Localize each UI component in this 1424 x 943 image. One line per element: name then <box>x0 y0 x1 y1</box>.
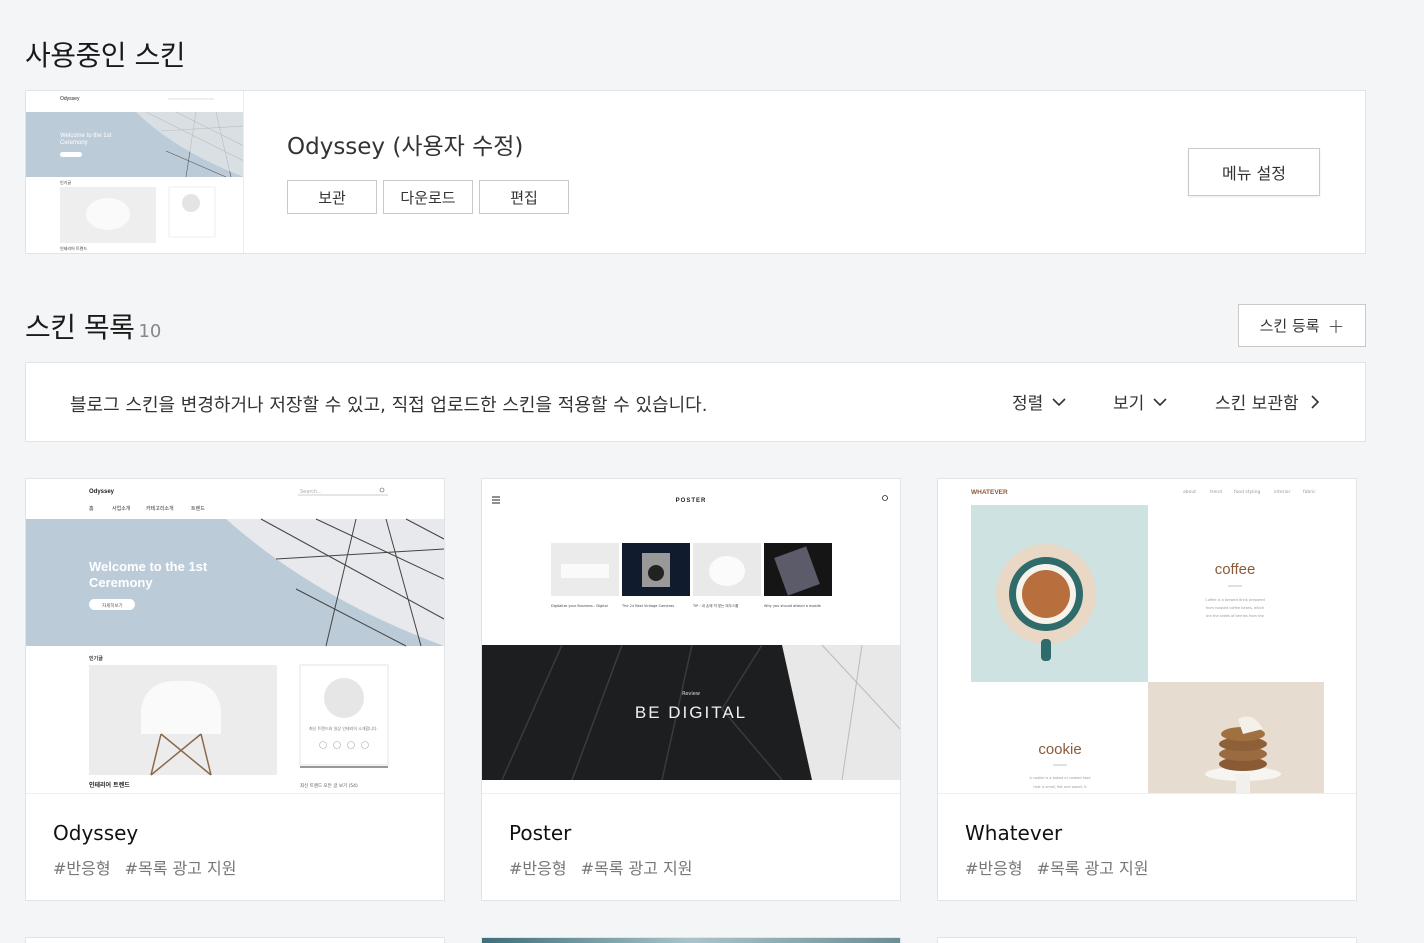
register-skin-label: 스킨 등록 <box>1259 317 1320 335</box>
odyssey-caption: 인테리어 트렌드 <box>89 781 130 789</box>
current-skin-card: Odyssey Welcome to the 1st Ceremony 인기글 … <box>25 90 1366 254</box>
odyssey-side-caption: 최신 트렌드 모든 글 보기 (54) <box>300 782 358 789</box>
svg-text:TIP : 내 손에 딱 맞는 마우스를: TIP : 내 손에 딱 맞는 마우스를 <box>692 603 739 608</box>
whatever-preview-image: WHATEVER about trend food styling interi… <box>938 479 1356 793</box>
register-skin-button[interactable]: 스킨 등록 + <box>1238 304 1366 347</box>
odyssey-hero-title: Welcome to the 1st <box>89 559 208 574</box>
skin-preview-poster[interactable]: POSTER Digitalize your Business - Digita… <box>482 479 900 794</box>
svg-text:Ceremony: Ceremony <box>60 140 88 146</box>
skin-tag[interactable]: #목록 광고 지원 <box>1037 855 1149 879</box>
whatever-nav-0: about <box>1183 489 1196 495</box>
whatever-nav-4: fabric <box>1303 489 1316 495</box>
skin-count: 10 <box>138 321 162 342</box>
poster-preview-image: POSTER Digitalize your Business - Digita… <box>482 479 900 793</box>
current-thumb-caption: 인테리어 트렌드 <box>60 245 87 251</box>
archive-button[interactable]: 보관 <box>287 180 377 214</box>
skin-name: Poster <box>509 821 572 845</box>
odyssey-nav-3: 트렌드 <box>191 505 205 512</box>
skin-storage-link[interactable]: 스킨 보관함 <box>1215 389 1323 414</box>
skin-card-odyssey[interactable]: Odyssey Search... 홈 사업소개 카테고리소개 트렌드 Welc… <box>25 478 445 901</box>
svg-text:from roasted coffee beans, whi: from roasted coffee beans, which <box>1206 606 1264 610</box>
plus-icon: + <box>1327 313 1345 338</box>
skin-card-partial[interactable] <box>937 937 1357 943</box>
odyssey-section-label: 인기글 <box>89 655 103 662</box>
poster-banner: BE DIGITAL <box>635 703 747 722</box>
skin-card-partial[interactable] <box>481 937 901 943</box>
odyssey-nav-2: 카테고리소개 <box>146 505 174 512</box>
current-skin-heading: 사용중인 스킨 <box>25 39 185 72</box>
chevron-down-icon <box>1153 397 1167 406</box>
skin-preview-odyssey[interactable]: Odyssey Search... 홈 사업소개 카테고리소개 트렌드 Welc… <box>26 479 444 794</box>
skin-list-title: 스킨 목록 <box>25 311 135 344</box>
sort-dropdown[interactable]: 정렬 <box>1012 389 1067 414</box>
odyssey-brand: Odyssey <box>89 489 115 495</box>
skin-name: Whatever <box>965 821 1063 845</box>
skin-tags: #반응형 #목록 광고 지원 <box>965 855 1148 879</box>
skin-tags: #반응형 #목록 광고 지원 <box>509 855 692 879</box>
chevron-right-icon <box>1311 394 1319 409</box>
odyssey-preview-image: Odyssey Search... 홈 사업소개 카테고리소개 트렌드 Welc… <box>26 479 444 793</box>
odyssey-search: Search... <box>300 489 322 495</box>
current-skin-thumbnail[interactable]: Odyssey Welcome to the 1st Ceremony 인기글 … <box>26 91 244 253</box>
skin-preview-whatever[interactable]: WHATEVER about trend food styling interi… <box>938 479 1356 794</box>
skin-description: 블로그 스킨을 변경하거나 저장할 수 있고, 직접 업로드한 스킨을 적용할 … <box>70 395 708 416</box>
skin-storage-label: 스킨 보관함 <box>1215 394 1299 414</box>
svg-text:Why you should attend a mobile: Why you should attend a mobile <box>764 604 821 608</box>
svg-text:that is small, flat and sweet.: that is small, flat and sweet. It <box>1033 785 1087 789</box>
odyssey-hero-button: 자세히보기 <box>102 602 123 609</box>
current-thumb-section: 인기글 <box>60 179 71 185</box>
skin-tag[interactable]: #반응형 <box>965 855 1023 879</box>
edit-button[interactable]: 편집 <box>479 180 569 214</box>
download-button[interactable]: 다운로드 <box>383 180 473 214</box>
odyssey-nav-0: 홈 <box>89 505 94 512</box>
current-skin-preview: Odyssey Welcome to the 1st Ceremony 인기글 … <box>26 91 243 253</box>
skin-tag[interactable]: #반응형 <box>53 855 111 879</box>
view-label: 보기 <box>1113 394 1145 414</box>
whatever-nav-3: interior <box>1274 489 1290 495</box>
skin-tag[interactable]: #목록 광고 지원 <box>581 855 693 879</box>
current-skin-name: Odyssey (사용자 수정) <box>287 134 524 160</box>
skin-name: Odyssey <box>53 821 139 845</box>
svg-text:are the seeds of berries from: are the seeds of berries from the <box>1206 614 1264 618</box>
svg-text:Ceremony: Ceremony <box>89 575 153 590</box>
current-thumb-brand: Odyssey <box>60 96 80 102</box>
whatever-cookie-title: cookie <box>1038 741 1081 758</box>
view-dropdown[interactable]: 보기 <box>1113 389 1168 414</box>
skin-tag[interactable]: #반응형 <box>509 855 567 879</box>
skin-info-bar: 블로그 스킨을 변경하거나 저장할 수 있고, 직접 업로드한 스킨을 적용할 … <box>25 362 1366 442</box>
svg-text:Digitalize your Business - Dig: Digitalize your Business - Digital <box>551 604 608 608</box>
skin-list-heading: 스킨 목록 10 <box>25 306 161 346</box>
whatever-nav-1: trend <box>1210 489 1222 495</box>
menu-settings-button[interactable]: 메뉴 설정 <box>1188 148 1320 196</box>
svg-text:A cookie is a baked or cooked: A cookie is a baked or cooked food <box>1030 776 1091 780</box>
poster-banner-small: Review <box>682 691 700 697</box>
current-skin-actions: 보관 다운로드 편집 <box>287 180 569 214</box>
whatever-coffee-title: coffee <box>1215 561 1256 578</box>
svg-text:The 24 Best Vintage Cameras: The 24 Best Vintage Cameras <box>621 604 674 608</box>
chevron-down-icon <box>1052 397 1066 406</box>
svg-text:Coffee is a brewed drink prepa: Coffee is a brewed drink prepared <box>1205 598 1265 602</box>
whatever-nav-2: food styling <box>1234 489 1261 495</box>
skin-tags: #반응형 #목록 광고 지원 <box>53 855 236 879</box>
svg-text:최신 트렌드와 일상 인테리어 소개합니다.: 최신 트렌드와 일상 인테리어 소개합니다. <box>309 725 378 731</box>
current-thumb-hero: Welcome to the 1st <box>60 133 112 139</box>
odyssey-nav-1: 사업소개 <box>112 505 131 512</box>
skin-card-whatever[interactable]: WHATEVER about trend food styling interi… <box>937 478 1357 901</box>
whatever-brand: WHATEVER <box>971 489 1008 496</box>
poster-brand: POSTER <box>676 498 707 504</box>
skin-tag[interactable]: #목록 광고 지원 <box>125 855 237 879</box>
skin-card-partial[interactable] <box>25 937 445 943</box>
sort-label: 정렬 <box>1012 394 1044 414</box>
skin-card-poster[interactable]: POSTER Digitalize your Business - Digita… <box>481 478 901 901</box>
